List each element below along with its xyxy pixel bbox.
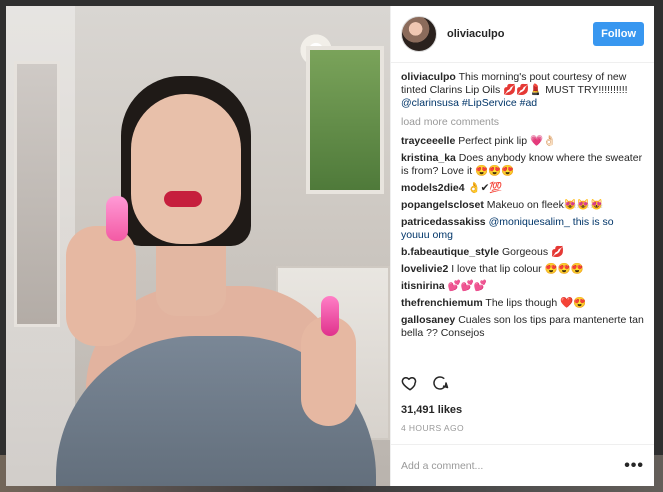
comment-username[interactable]: popangelscloset	[401, 199, 484, 211]
heart-icon[interactable]	[401, 374, 419, 392]
likes-count[interactable]: 31,491 likes	[401, 404, 462, 416]
comment-item: patricedassakiss @moniquesalim_ this is …	[401, 216, 644, 242]
comment-text: 💕💕💕	[447, 280, 487, 292]
comment-item: gallosaney Cuales son los tips para mant…	[401, 314, 644, 340]
comment-text: I love that lip colour 😍😍😍	[451, 263, 584, 275]
caption: oliviaculpo This morning's pout courtesy…	[401, 71, 644, 110]
comment-text: The lips though ❤️😍	[485, 297, 587, 309]
comment-username[interactable]: patricedassakiss	[401, 216, 486, 228]
comment-username[interactable]: b.fabeautique_style	[401, 246, 499, 258]
comment-item: popangelscloset Makeuo on fleek😻😻😻	[401, 199, 644, 212]
photo-lip-oil-left	[106, 196, 128, 241]
comment-item: b.fabeautique_style Gorgeous 💋	[401, 246, 644, 259]
more-options-button[interactable]: •••	[624, 457, 644, 475]
comment-username[interactable]: gallosaney	[401, 314, 455, 326]
instagram-post-modal: oliviaculpo Follow oliviaculpo This morn…	[0, 0, 663, 492]
comment-icon[interactable]	[431, 374, 449, 392]
follow-button[interactable]: Follow	[593, 22, 644, 46]
add-comment-bar: Add a comment... •••	[391, 444, 654, 486]
comment-username[interactable]: lovelivie2	[401, 263, 448, 275]
comment-username[interactable]: thefrenchiemum	[401, 297, 483, 309]
photo-face	[131, 94, 241, 244]
comment-username[interactable]: models2die4	[401, 182, 465, 194]
post-actions	[401, 374, 449, 392]
comment-item: lovelivie2 I love that lip colour 😍😍😍	[401, 263, 644, 276]
comment-text: Perfect pink lip 💗👌🏻	[458, 135, 557, 147]
caption-username[interactable]: oliviaculpo	[401, 71, 456, 83]
photo-mirror	[14, 61, 60, 327]
avatar[interactable]	[401, 16, 437, 52]
caption-mentions[interactable]: @clarinsusa #LipService #ad	[401, 97, 537, 109]
timestamp[interactable]: 4 HOURS AGO	[401, 423, 464, 433]
photo-person	[56, 76, 376, 486]
comment-text: Makeuo on fleek😻😻😻	[486, 199, 604, 211]
comment-item: models2die4 👌✔💯	[401, 182, 644, 195]
comment-item: kristina_ka Does anybody know where the …	[401, 152, 644, 178]
comment-item: trayceeelle Perfect pink lip 💗👌🏻	[401, 135, 644, 148]
comment-username[interactable]: itisnirina	[401, 280, 445, 292]
post-side-panel: oliviaculpo Follow oliviaculpo This morn…	[390, 6, 654, 486]
load-more-comments[interactable]: load more comments	[401, 116, 644, 129]
comment-text: 👌✔💯	[467, 182, 503, 194]
post-username[interactable]: oliviaculpo	[447, 28, 504, 40]
post-header: oliviaculpo Follow	[391, 6, 654, 63]
photo-lip-oil-right	[321, 296, 339, 336]
comment-item: itisnirina 💕💕💕	[401, 280, 644, 293]
comment-username[interactable]: kristina_ka	[401, 152, 456, 164]
add-comment-input[interactable]: Add a comment...	[401, 460, 483, 472]
photo-lips	[164, 191, 202, 207]
photo-hand-left	[66, 226, 136, 346]
comment-text: Gorgeous 💋	[501, 246, 565, 258]
comment-username[interactable]: trayceeelle	[401, 135, 455, 147]
comment-item: thefrenchiemum The lips though ❤️😍	[401, 297, 644, 310]
comments-section: oliviaculpo This morning's pout courtesy…	[391, 63, 654, 377]
post-photo[interactable]	[6, 6, 390, 486]
